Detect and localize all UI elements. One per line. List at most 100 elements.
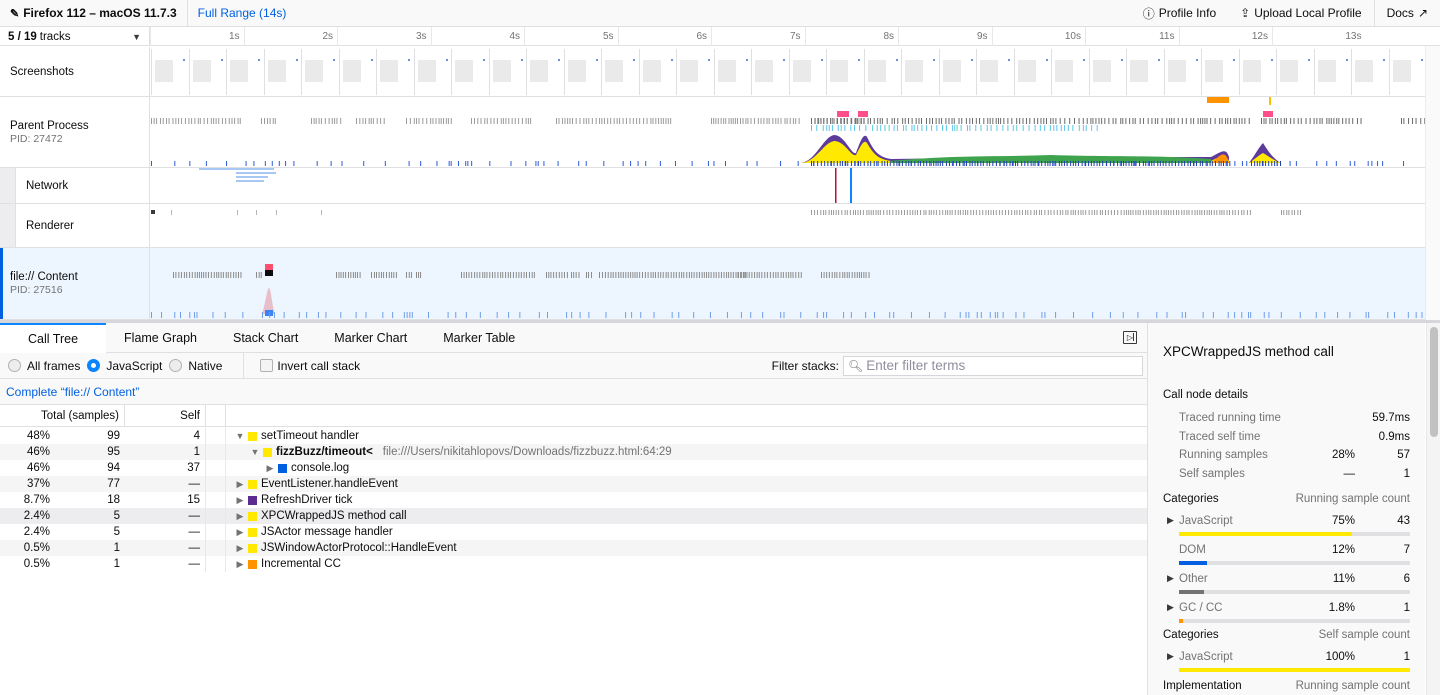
timeline-scrollbar[interactable] bbox=[1425, 46, 1440, 320]
screenshot-thumbnail[interactable] bbox=[1238, 49, 1276, 95]
twisty-closed-icon[interactable]: ▶ bbox=[264, 460, 276, 476]
sidebar-scrollbar[interactable] bbox=[1426, 323, 1440, 695]
twisty-closed-icon[interactable]: ▶ bbox=[234, 524, 246, 540]
track-label[interactable]: Parent Process PID: 27472 bbox=[0, 97, 150, 167]
twisty-closed-icon[interactable]: ▶ bbox=[1167, 602, 1174, 613]
call-tree-row[interactable]: 0.5% 1 — ▶ Incremental CC bbox=[0, 556, 1147, 572]
profile-info-button[interactable]: ⓘ Profile Info bbox=[1131, 0, 1228, 26]
screenshot-thumbnail[interactable] bbox=[1126, 49, 1163, 95]
screenshot-thumbnail[interactable] bbox=[226, 49, 263, 95]
screenshot-thumbnail[interactable] bbox=[188, 49, 226, 95]
screenshot-thumbnail[interactable] bbox=[638, 49, 676, 95]
screenshot-thumbnail[interactable] bbox=[301, 49, 338, 95]
upload-profile-button[interactable]: ⇪ Upload Local Profile bbox=[1228, 0, 1373, 26]
twisty-open-icon[interactable]: ▼ bbox=[249, 444, 261, 460]
category-javascript[interactable]: ▶ JavaScript 75% 43 bbox=[1163, 513, 1410, 536]
tab-marker-chart[interactable]: Marker Chart bbox=[316, 323, 425, 353]
track-label[interactable]: Network bbox=[16, 168, 150, 203]
track-parent-process[interactable]: Parent Process PID: 27472 bbox=[0, 97, 1425, 168]
screenshot-thumbnail[interactable] bbox=[1313, 49, 1351, 95]
screenshot-thumbnail[interactable] bbox=[1276, 49, 1313, 95]
screenshot-thumbnail[interactable] bbox=[976, 49, 1013, 95]
screenshot-thumbnail[interactable] bbox=[563, 49, 601, 95]
network-graph[interactable] bbox=[151, 168, 1425, 203]
call-tree-body[interactable]: 48% 99 4 ▼ setTimeout handler 46% 95 1 ▼ fizzBuzz… bbox=[0, 428, 1147, 695]
twisty-closed-icon[interactable]: ▶ bbox=[234, 556, 246, 572]
content-graph[interactable] bbox=[151, 248, 1425, 319]
search-icon: 🔍︎ bbox=[848, 358, 864, 373]
screenshot-thumbnail[interactable] bbox=[1163, 49, 1201, 95]
call-tree-row[interactable]: 2.4% 5 — ▶ XPCWrappedJS method call bbox=[0, 508, 1147, 524]
twisty-closed-icon[interactable]: ▶ bbox=[234, 492, 246, 508]
screenshot-thumbnail[interactable] bbox=[601, 49, 638, 95]
screenshot-thumbnail[interactable] bbox=[526, 49, 563, 95]
call-tree-row[interactable]: 8.7% 18 15 ▶ RefreshDriver tick bbox=[0, 492, 1147, 508]
screenshot-thumbnail[interactable] bbox=[788, 49, 826, 95]
radio-all-frames[interactable]: All frames bbox=[8, 359, 80, 373]
twisty-open-icon[interactable]: ▼ bbox=[234, 428, 246, 444]
twisty-closed-icon[interactable]: ▶ bbox=[234, 540, 246, 556]
twisty-closed-icon[interactable]: ▶ bbox=[234, 508, 246, 524]
screenshot-thumbnail[interactable] bbox=[713, 49, 751, 95]
call-tree-row[interactable]: 2.4% 5 — ▶ JSActor message handler bbox=[0, 524, 1147, 540]
tracks-dropdown[interactable]: 5 / 19 tracks ▼ bbox=[0, 27, 150, 46]
track-label[interactable]: Renderer bbox=[16, 204, 150, 247]
call-tree-row[interactable]: 48% 99 4 ▼ setTimeout handler bbox=[0, 428, 1147, 444]
screenshot-thumbnail[interactable] bbox=[338, 49, 376, 95]
call-tree-row[interactable]: 46% 94 37 ▶ console.log bbox=[0, 460, 1147, 476]
profile-name-button[interactable]: ✎ Firefox 112 – macOS 11.7.3 bbox=[0, 0, 188, 26]
track-network[interactable]: Network bbox=[0, 168, 1425, 204]
screenshot-thumbnail[interactable] bbox=[263, 49, 301, 95]
screenshot-thumbnail[interactable] bbox=[151, 49, 188, 95]
tab-marker-table[interactable]: Marker Table bbox=[425, 323, 533, 353]
parent-process-graph[interactable] bbox=[151, 97, 1425, 167]
category-gc-cc[interactable]: ▶ GC / CC 1.8% 1 bbox=[1163, 600, 1410, 623]
docs-link[interactable]: Docs ↗ bbox=[1373, 0, 1440, 26]
marker-tick bbox=[473, 118, 475, 124]
twisty-closed-icon[interactable]: ▶ bbox=[1167, 515, 1174, 526]
radio-javascript[interactable]: JavaScript bbox=[87, 359, 162, 373]
tab-stack-chart[interactable]: Stack Chart bbox=[215, 323, 316, 353]
screenshot-thumbnail[interactable] bbox=[376, 49, 413, 95]
twisty-closed-icon[interactable]: ▶ bbox=[234, 476, 246, 492]
track-renderer[interactable]: Renderer bbox=[0, 204, 1425, 248]
tab-call-tree[interactable]: Call Tree bbox=[0, 323, 107, 353]
full-range-breadcrumb[interactable]: Full Range (14s) bbox=[188, 6, 297, 20]
screenshot-thumbnail[interactable] bbox=[488, 49, 526, 95]
screenshot-thumbnail[interactable] bbox=[1013, 49, 1051, 95]
call-tree-row[interactable]: 37% 77 — ▶ EventListener.handleEvent bbox=[0, 476, 1147, 492]
call-tree-row[interactable]: 0.5% 1 — ▶ JSWindowActorProtocol::HandleEven… bbox=[0, 540, 1147, 556]
screenshot-thumbnail[interactable] bbox=[1388, 49, 1425, 95]
screenshot-thumbnail[interactable] bbox=[1088, 49, 1126, 95]
invert-call-stack-checkbox[interactable]: Invert call stack bbox=[260, 359, 360, 373]
screenshot-thumbnail[interactable] bbox=[413, 49, 451, 95]
screenshot-thumbnail[interactable] bbox=[751, 49, 788, 95]
twisty-closed-icon[interactable]: ▶ bbox=[1167, 651, 1174, 662]
twisty-closed-icon[interactable]: ▶ bbox=[1167, 573, 1174, 584]
renderer-graph[interactable] bbox=[151, 204, 1425, 247]
screenshot-thumbnail[interactable] bbox=[826, 49, 863, 95]
screenshot-thumbnail[interactable] bbox=[1201, 49, 1238, 95]
scrollbar-thumb[interactable] bbox=[1430, 327, 1438, 437]
filter-stacks-input[interactable]: 🔍︎ Enter filter terms bbox=[843, 355, 1143, 376]
screenshot-thumbnail[interactable] bbox=[901, 49, 938, 95]
track-label[interactable]: Screenshots bbox=[0, 47, 150, 96]
track-file-content[interactable]: file:// Content PID: 27516 bbox=[0, 248, 1425, 320]
screenshots-graph[interactable] bbox=[151, 47, 1425, 96]
screenshot-thumbnail[interactable] bbox=[451, 49, 488, 95]
call-tree-breadcrumb[interactable]: Complete “file:// Content” bbox=[0, 379, 1147, 405]
track-screenshots[interactable]: Screenshots bbox=[0, 47, 1425, 97]
call-tree-row[interactable]: 46% 95 1 ▼ fizzBuzz/timeout< file:///Users/ni… bbox=[0, 444, 1147, 460]
screenshot-thumbnail[interactable] bbox=[676, 49, 713, 95]
radio-native[interactable]: Native bbox=[169, 359, 222, 373]
tab-flame-graph[interactable]: Flame Graph bbox=[106, 323, 215, 353]
category-other[interactable]: ▶ Other 11% 6 bbox=[1163, 571, 1410, 594]
screenshot-thumbnail[interactable] bbox=[1051, 49, 1088, 95]
screenshot-thumbnail[interactable] bbox=[938, 49, 976, 95]
function-cell: ▼ fizzBuzz/timeout< file:///Users/nikitahl… bbox=[226, 444, 672, 460]
screenshot-thumbnail[interactable] bbox=[863, 49, 901, 95]
category-javascript[interactable]: ▶ JavaScript 100% 1 bbox=[1163, 649, 1410, 672]
sidebar-toggle-icon[interactable]: ▷ bbox=[1123, 331, 1137, 344]
track-label[interactable]: file:// Content PID: 27516 bbox=[0, 248, 150, 319]
screenshot-thumbnail[interactable] bbox=[1351, 49, 1388, 95]
